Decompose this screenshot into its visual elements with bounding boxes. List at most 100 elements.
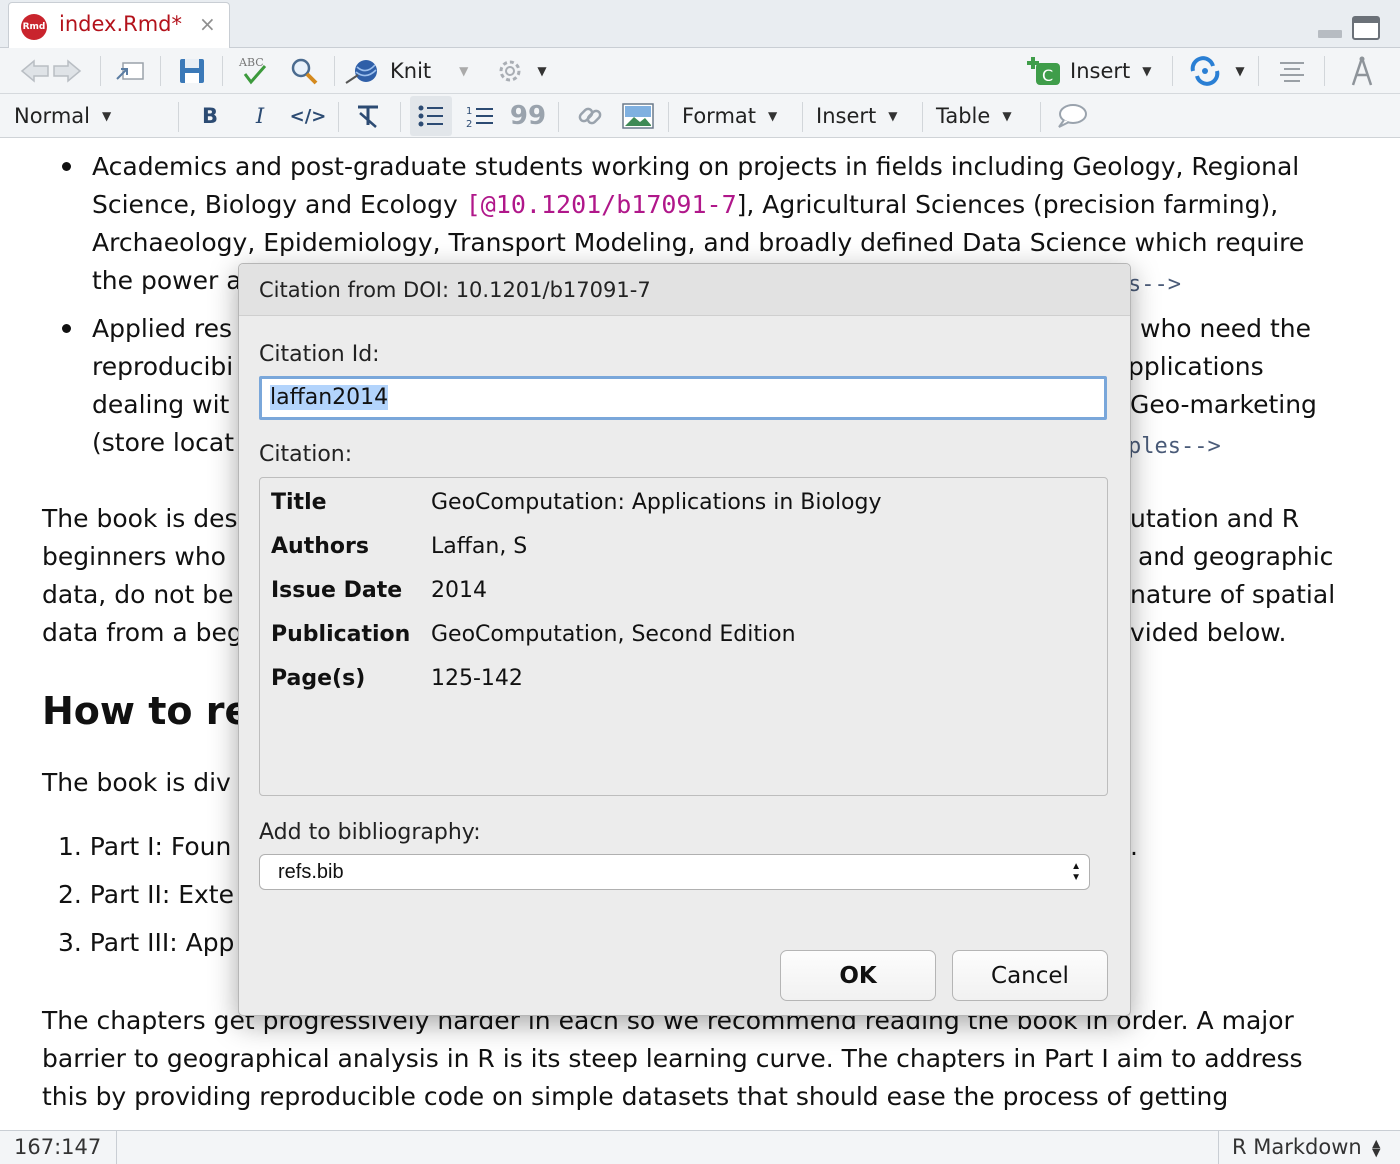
list-item: 1. Part I: Foun xyxy=(58,832,232,861)
bibliography-label: Add to bibliography: xyxy=(259,820,481,845)
compass-pen-icon xyxy=(1351,56,1373,86)
select-updown-icon: ▲ ▼ xyxy=(1071,861,1081,883)
text-line: Science, Biology and Ecology [@10.1201/b… xyxy=(92,190,1279,219)
text-line: dealing wit xyxy=(92,390,230,419)
numbered-list-icon: 1 2 xyxy=(466,106,493,129)
gear-icon xyxy=(499,60,521,82)
knit-button[interactable]: Knit ▼ xyxy=(344,51,474,91)
insert-menu[interactable]: Insert ▼ xyxy=(816,96,914,136)
outline-button[interactable] xyxy=(1270,51,1314,91)
style-dropdown-icon: ▼ xyxy=(101,109,112,123)
bold-icon: B xyxy=(201,104,218,128)
cancel-button[interactable]: Cancel xyxy=(952,950,1108,1001)
insert-chunk-icon: C xyxy=(1027,57,1060,85)
text-line: utation and R xyxy=(1130,504,1300,533)
maximize-pane-icon[interactable] xyxy=(1352,16,1380,40)
italic-button[interactable]: I xyxy=(240,96,280,136)
text-line: this by providing reproducible code on s… xyxy=(42,1082,1229,1111)
visual-editor-toggle[interactable] xyxy=(1340,51,1384,91)
settings-button[interactable]: ▼ xyxy=(486,51,556,91)
text-line: (store locat xyxy=(92,428,235,457)
paragraph-style-label: Normal xyxy=(14,104,90,128)
save-button[interactable] xyxy=(172,51,212,91)
citation-details-box: Title GeoComputation: Applications in Bio… xyxy=(259,477,1108,796)
image-icon xyxy=(622,103,654,129)
back-forward-icons[interactable] xyxy=(16,51,86,91)
italic-icon: I xyxy=(255,104,265,128)
text-line: data, do not be xyxy=(42,580,234,609)
text-line: who need the xyxy=(1140,314,1311,343)
insert-dropdown-icon: ▼ xyxy=(1142,64,1152,78)
text-line: barrier to geographical analysis in R is… xyxy=(42,1044,1303,1073)
text-line: beginners who xyxy=(42,542,226,571)
text-line: Academics and post-graduate students wor… xyxy=(92,152,1300,181)
list-item: 2. Part II: Exte xyxy=(58,880,234,909)
bibliography-select[interactable]: refs.bib ▲ ▼ xyxy=(259,854,1090,890)
numbered-list-button[interactable]: 1 2 xyxy=(460,96,500,136)
insert-image-button[interactable] xyxy=(618,96,658,136)
show-in-new-window-button[interactable] xyxy=(110,51,150,91)
text-line: pplications xyxy=(1128,352,1264,381)
citation-label: Citation: xyxy=(259,442,353,467)
run-chunks-button[interactable]: ▼ xyxy=(1184,51,1248,91)
paragraph-style-dropdown[interactable]: Normal ▼ xyxy=(14,96,134,136)
back-forward-arrows-icon xyxy=(20,59,82,83)
code-button[interactable]: </> xyxy=(288,96,328,136)
bold-button[interactable]: B xyxy=(190,96,230,136)
citation-id-input[interactable]: laffan2014 xyxy=(259,376,1107,420)
section-heading: How to re xyxy=(42,689,251,733)
bullet-list-icon xyxy=(418,105,443,127)
ok-button[interactable]: OK xyxy=(780,950,936,1001)
dialog-title: Citation from DOI: 10.1201/b17091-7 xyxy=(239,264,1130,316)
citation-id-label: Citation Id: xyxy=(259,342,380,367)
run-dropdown-icon: ▼ xyxy=(1235,64,1245,78)
insert-menu-label: Insert xyxy=(816,104,877,128)
find-replace-button[interactable] xyxy=(284,51,324,91)
html-comment: s--> xyxy=(1128,272,1181,297)
document-mode-selector[interactable]: R Markdown xyxy=(1232,1135,1362,1159)
svg-text:C: C xyxy=(1042,66,1053,85)
blockquote-button[interactable]: 99 xyxy=(508,96,548,136)
magnifier-icon xyxy=(291,58,318,85)
svg-text:2: 2 xyxy=(466,119,472,129)
format-menu[interactable]: Format ▼ xyxy=(682,96,792,136)
svg-text:ABC: ABC xyxy=(238,56,264,69)
table-menu-label: Table xyxy=(936,104,991,128)
insert-comment-button[interactable] xyxy=(1052,96,1092,136)
text-line: The book is div xyxy=(42,768,231,797)
citation-reference[interactable]: [@10.1201/b17091-7 xyxy=(466,190,737,219)
text-line: . xyxy=(1130,832,1138,861)
clear-formatting-icon xyxy=(358,105,378,128)
tab-index-rmd[interactable]: Rmd index.Rmd* × xyxy=(8,2,230,49)
close-tab-icon[interactable]: × xyxy=(199,12,216,36)
clear-formatting-button[interactable] xyxy=(348,96,388,136)
text-line: Geo-marketing xyxy=(1130,390,1317,419)
status-bar: 167:147 R Markdown ▲ ▼ xyxy=(0,1130,1400,1164)
tab-filename: index.Rmd* xyxy=(59,12,183,36)
citation-id-value: laffan2014 xyxy=(270,385,389,410)
outline-lines-icon xyxy=(1280,62,1304,82)
knit-label: Knit xyxy=(390,59,432,83)
spellcheck-button[interactable]: ABC xyxy=(234,51,276,91)
editor-tab-bar: Rmd index.Rmd* × xyxy=(0,0,1400,49)
html-comment: ples--> xyxy=(1128,434,1221,459)
quote-icon: 99 xyxy=(509,101,547,131)
insert-label: Insert xyxy=(1070,59,1131,83)
insert-menu-dropdown-icon: ▼ xyxy=(888,109,898,123)
code-icon: </> xyxy=(289,105,327,127)
list-bullet xyxy=(62,162,71,171)
insert-chunk-button[interactable]: C Insert ▼ xyxy=(1024,51,1160,91)
table-menu[interactable]: Table ▼ xyxy=(936,96,1030,136)
text-line: Applied res xyxy=(92,314,233,343)
svg-text:1: 1 xyxy=(466,106,472,117)
text-line: reproducibi xyxy=(92,352,234,381)
minimize-pane-icon[interactable] xyxy=(1318,30,1342,38)
list-item: 3. Part III: App xyxy=(58,928,235,957)
text-line: nature of spatial xyxy=(1130,580,1336,609)
knit-dropdown-icon[interactable]: ▼ xyxy=(459,64,468,78)
mode-updown-icon[interactable]: ▲ ▼ xyxy=(1372,1138,1380,1158)
text-line: vided below. xyxy=(1130,618,1287,647)
link-icon xyxy=(578,107,602,125)
bullet-list-button[interactable] xyxy=(410,96,452,136)
link-button[interactable] xyxy=(570,96,610,136)
